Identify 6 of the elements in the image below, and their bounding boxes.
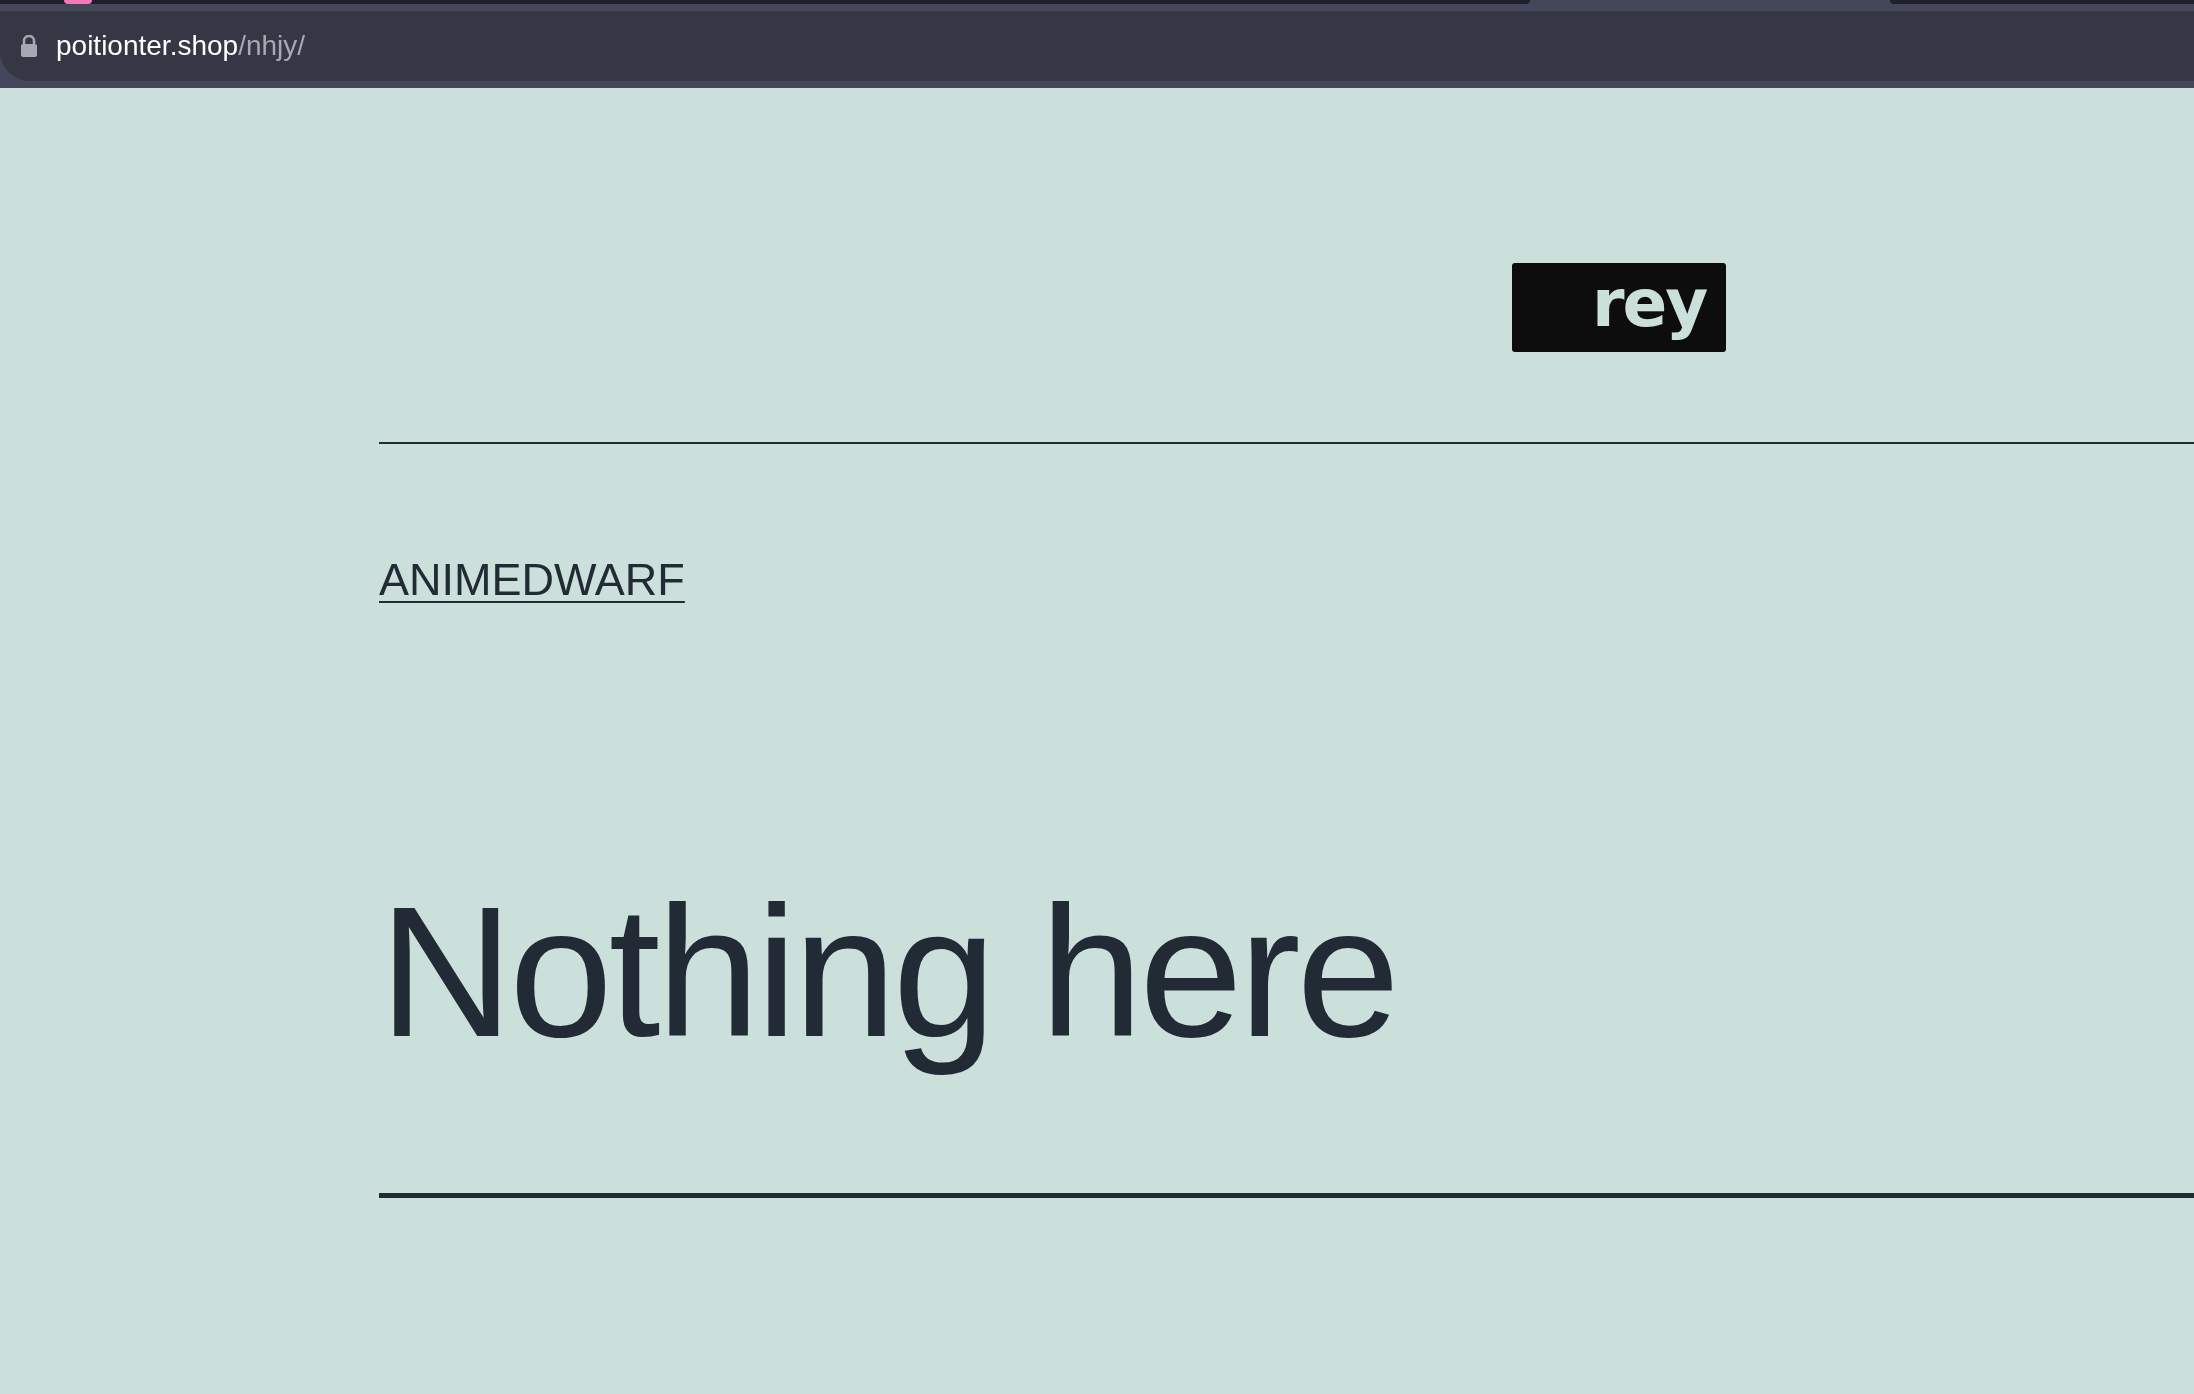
address-bar[interactable]: poitionter.shop/nhjy/ — [0, 11, 2194, 81]
site-logo[interactable]: rey — [1512, 263, 1726, 352]
site-name-link[interactable]: ANIMEDWARF — [379, 554, 685, 606]
lock-icon — [20, 35, 38, 57]
page-heading: Nothing here — [379, 867, 1397, 1077]
url-text: poitionter.shop/nhjy/ — [56, 30, 306, 62]
